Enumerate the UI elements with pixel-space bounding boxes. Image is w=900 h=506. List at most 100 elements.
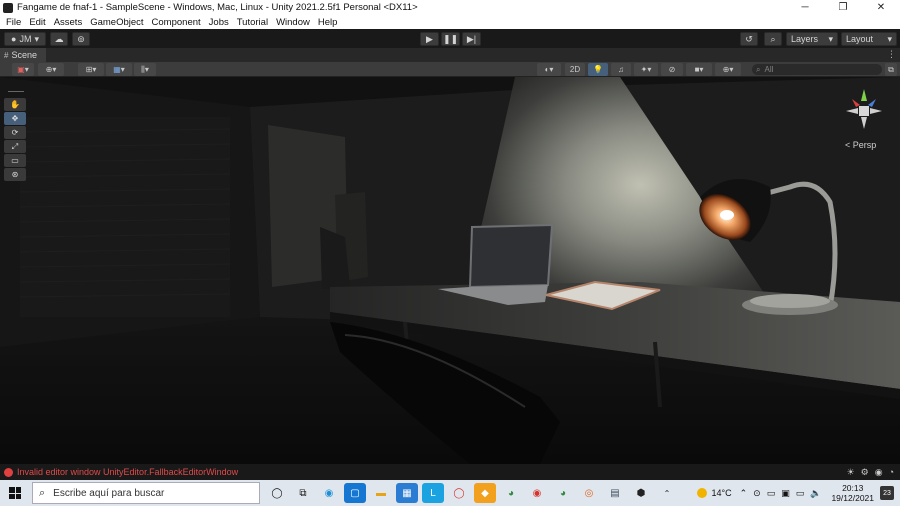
layout-dropdown[interactable]: Layout ▾ xyxy=(841,32,897,46)
network-icon[interactable]: ◉ xyxy=(875,467,883,478)
office-app-icon[interactable]: ▦ xyxy=(396,483,418,503)
unity-hub-icon[interactable]: ⬢ xyxy=(630,483,652,503)
menu-window[interactable]: Window xyxy=(272,17,314,28)
chrome-icon[interactable]: ◉ xyxy=(526,483,548,503)
tools-drag-handle[interactable] xyxy=(8,91,24,95)
file-explorer-icon[interactable]: ▬ xyxy=(370,483,392,503)
status-message[interactable]: Invalid editor window UnityEditor.Fallba… xyxy=(17,467,238,477)
gizmo-y-axis[interactable] xyxy=(861,89,867,101)
bug-icon[interactable]: ⚙ xyxy=(861,467,869,478)
audio-toggle[interactable]: ♫ xyxy=(611,63,631,76)
increment-snap-dropdown[interactable]: ⫼ ▾ xyxy=(134,63,156,76)
perspective-label[interactable]: < Persp xyxy=(845,140,876,150)
menu-jobs[interactable]: Jobs xyxy=(205,17,233,28)
app-tray-icon[interactable]: ▣ xyxy=(781,488,790,499)
app-l-icon[interactable]: L xyxy=(422,483,444,503)
grid-visibility-dropdown[interactable]: ▦ ▾ xyxy=(106,63,132,76)
maximize-button[interactable]: ❐ xyxy=(824,0,862,15)
menu-bar: File Edit Assets GameObject Component Jo… xyxy=(0,15,900,29)
monitor-tray-icon[interactable]: ▭ xyxy=(796,488,805,499)
edge-icon[interactable]: ◉ xyxy=(318,483,340,503)
shading-dropdown[interactable]: ◐ ▾ xyxy=(537,63,561,76)
lighting-status-icon[interactable]: ☀ xyxy=(847,467,855,478)
chrome-alt-icon[interactable]: ◕ xyxy=(552,483,574,503)
gizmo-neg-y-axis[interactable] xyxy=(861,117,867,129)
network-tray-icon[interactable]: ⊙ xyxy=(753,488,761,499)
overflow-chevron-icon[interactable]: ⌃ xyxy=(656,483,678,503)
search-button[interactable]: ⌕ xyxy=(764,32,782,46)
move-tool-button[interactable]: ✥ xyxy=(4,112,26,125)
gizmo-orientation-dropdown[interactable]: ⊕ ▾ xyxy=(38,63,64,76)
chrome-profile-icon[interactable]: ◕ xyxy=(500,483,522,503)
scene-toolbar: ▣ ▾ ⊕ ▾ ⊞ ▾ ▦ ▾ ⫼ ▾ ◐ ▾ 2D 💡 ♫ ✦ ▾ ⊘ ■ ▾ ⊕ ▾ ⌕ Al… xyxy=(0,62,900,77)
draw-mode-dropdown[interactable]: ▣ ▾ xyxy=(12,63,34,76)
gizmo-x-red[interactable] xyxy=(852,99,860,107)
tab-scene[interactable]: # Scene xyxy=(0,48,46,62)
window-titlebar: Fangame de fnaf-1 - SampleScene - Window… xyxy=(0,0,900,15)
rotate-tool-button[interactable]: ⟳ xyxy=(4,126,26,139)
rect-tool-button[interactable]: ▭ xyxy=(4,154,26,167)
app-orange-icon[interactable]: ◆ xyxy=(474,483,496,503)
opera-icon[interactable]: ◯ xyxy=(448,483,470,503)
gizmo-center[interactable] xyxy=(859,106,869,116)
move-tool-icon: ✥ xyxy=(11,114,19,123)
hidden-objects-toggle[interactable]: ⊘ xyxy=(661,63,683,76)
task-view-icon[interactable]: ⧉ xyxy=(292,483,314,503)
effects-dropdown[interactable]: ✦ ▾ xyxy=(634,63,658,76)
grid-icon: ⊞ xyxy=(85,65,93,74)
orientation-gizmo[interactable] xyxy=(840,85,888,137)
toggle-2d-button[interactable]: 2D xyxy=(565,63,585,76)
scene-search-input[interactable]: ⌕ All xyxy=(752,64,882,75)
scene-options-button[interactable]: ⧉ xyxy=(885,63,897,76)
menu-edit[interactable]: Edit xyxy=(25,17,49,28)
error-icon xyxy=(4,467,13,477)
ms-store-icon[interactable]: ▢ xyxy=(344,483,366,503)
gizmo-neg-x-axis[interactable] xyxy=(870,108,882,114)
undo-history-button[interactable]: ↺ xyxy=(740,32,758,46)
chevron-down-icon: ▾ xyxy=(887,33,892,44)
camera-icon: ■ xyxy=(694,65,700,74)
speaker-icon[interactable]: 🔈 xyxy=(810,488,821,499)
scene-viewport[interactable]: ✋ ✥ ⟳ ⤢ ▭ ⊛ < Persp xyxy=(0,77,900,464)
menu-file[interactable]: File xyxy=(2,17,25,28)
hand-tool-button[interactable]: ✋ xyxy=(4,98,26,111)
play-button[interactable]: ▶ xyxy=(420,32,439,46)
audio-icon: ♫ xyxy=(618,65,624,74)
close-button[interactable]: ✕ xyxy=(862,0,900,15)
tab-menu-icon[interactable]: ⋮ xyxy=(887,49,896,60)
expand-icon: ⧉ xyxy=(888,64,894,74)
menu-component[interactable]: Component xyxy=(148,17,205,28)
account-dropdown[interactable]: ● JM ▾ xyxy=(4,32,46,46)
cloud-button[interactable]: ☁ xyxy=(50,32,68,46)
step-button[interactable]: ▶| xyxy=(462,32,481,46)
chevron-up-icon[interactable]: ⌃ xyxy=(740,488,748,499)
grid-snap-dropdown[interactable]: ⊞ ▾ xyxy=(78,63,104,76)
gizmo-z-axis[interactable] xyxy=(868,99,876,107)
lighting-toggle[interactable]: 💡 xyxy=(588,63,608,76)
taskbar-search-input[interactable]: ⌕ Escribe aquí para buscar xyxy=(32,482,260,504)
notepad-icon[interactable]: ▤ xyxy=(604,483,626,503)
scale-tool-button[interactable]: ⤢ xyxy=(4,140,26,153)
minimize-button[interactable]: ─ xyxy=(786,0,824,15)
cortana-icon[interactable]: ◯ xyxy=(266,483,288,503)
camera-dropdown[interactable]: ■ ▾ xyxy=(686,63,712,76)
notifications-badge[interactable]: 23 xyxy=(880,486,894,500)
layers-label: Layers xyxy=(791,34,819,44)
start-button[interactable] xyxy=(0,480,30,506)
blender-icon[interactable]: ◎ xyxy=(578,483,600,503)
layers-dropdown[interactable]: Layers ▾ xyxy=(786,32,838,46)
menu-gameobject[interactable]: GameObject xyxy=(86,17,147,28)
collab-button[interactable]: ⊚ xyxy=(72,32,90,46)
scene-tab-label: Scene xyxy=(11,50,37,60)
activity-icon[interactable]: ◔ xyxy=(889,467,894,478)
menu-assets[interactable]: Assets xyxy=(50,17,87,28)
display-tray-icon[interactable]: ▭ xyxy=(767,488,776,499)
transform-tool-button[interactable]: ⊛ xyxy=(4,168,26,181)
taskbar-clock[interactable]: 20:13 19/12/2021 xyxy=(831,483,874,503)
pause-button[interactable]: ❚❚ xyxy=(441,32,460,46)
menu-help[interactable]: Help xyxy=(314,17,342,28)
gizmo-x-axis[interactable] xyxy=(846,108,858,114)
menu-tutorial[interactable]: Tutorial xyxy=(233,17,272,28)
gizmos-dropdown[interactable]: ⊕ ▾ xyxy=(715,63,741,76)
weather-widget[interactable]: 14°C xyxy=(697,488,732,498)
